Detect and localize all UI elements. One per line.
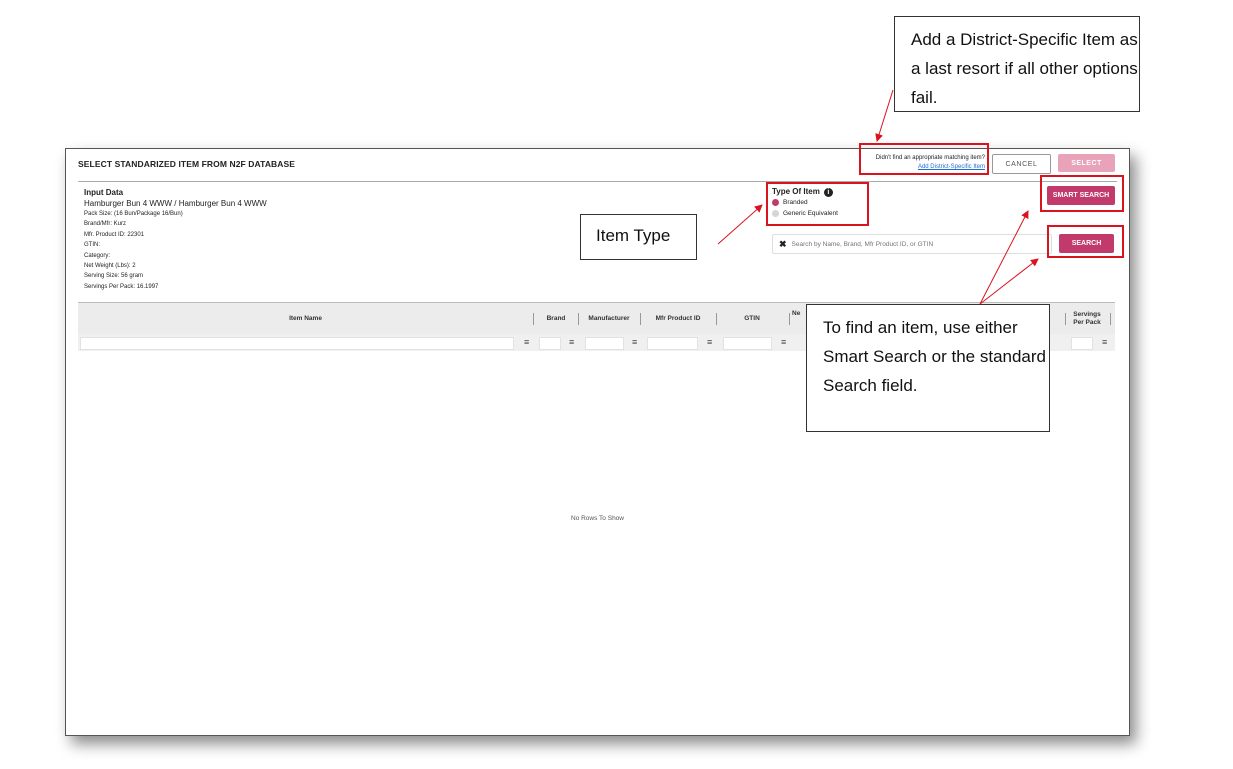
arrow-to-smart-search: [979, 210, 1029, 305]
arrow-to-search: [979, 258, 1039, 305]
arrow-to-item-type: [717, 204, 763, 245]
annotation-arrows: [717, 89, 1039, 305]
arrow-to-district-link: [875, 89, 894, 142]
